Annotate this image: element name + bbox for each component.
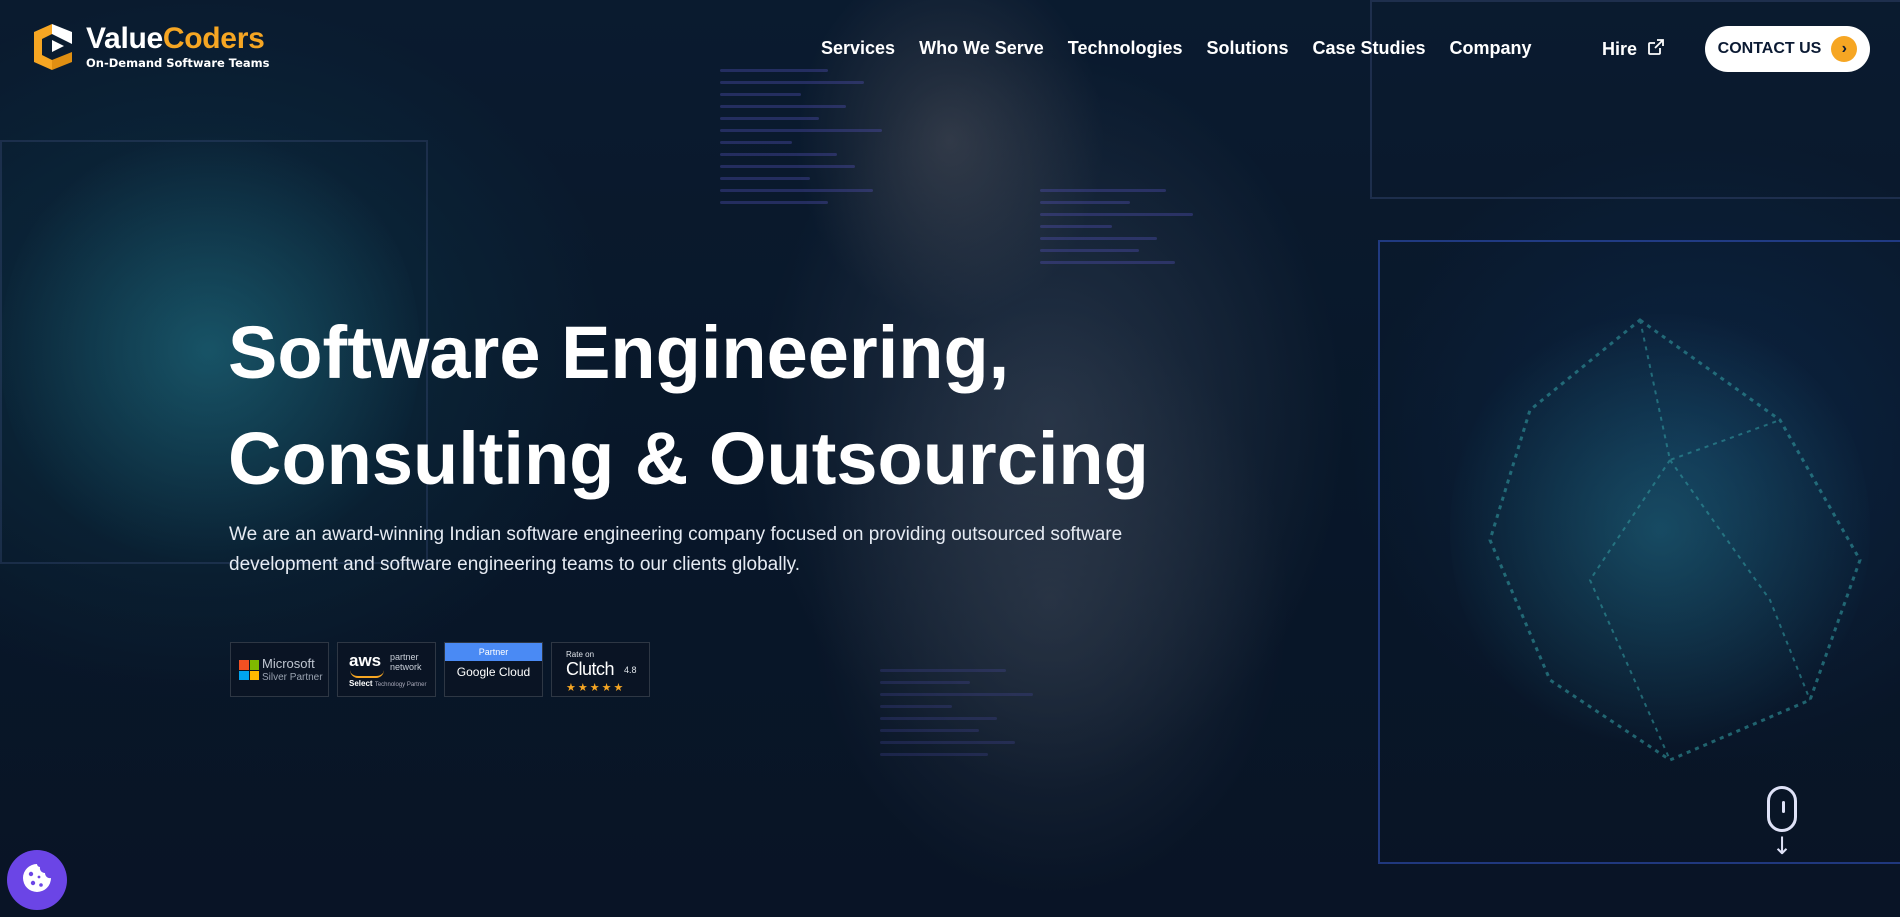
- mouse-scroll-icon: [1767, 786, 1797, 832]
- nav-company[interactable]: Company: [1450, 38, 1532, 59]
- clutch-rate-on: Rate on: [566, 650, 595, 659]
- cloud-word: Cloud: [498, 665, 531, 679]
- clutch-stars: ★★★★★: [566, 682, 626, 694]
- logo[interactable]: ValueCoders On-Demand Software Teams: [28, 22, 270, 72]
- microsoft-badge[interactable]: Microsoft Silver Partner: [230, 642, 329, 697]
- hero-title-line1: Software Engineering,: [228, 311, 1010, 394]
- logo-name-value: Value: [86, 22, 163, 55]
- chevron-right-icon: ›: [1831, 36, 1858, 62]
- cookie-settings-button[interactable]: [7, 850, 67, 910]
- contact-us-button[interactable]: CONTACT US ›: [1705, 26, 1870, 72]
- aws-network: network: [390, 662, 422, 672]
- aws-partner: partner: [390, 652, 419, 662]
- microsoft-name: Microsoft: [262, 656, 315, 671]
- google-partner-label: Partner: [445, 643, 542, 661]
- nav-technologies[interactable]: Technologies: [1068, 38, 1183, 59]
- main-nav: Services Who We Serve Technologies Solut…: [821, 38, 1532, 59]
- hero-title-line2: Consulting & Outsourcing: [228, 417, 1149, 500]
- aws-select-sub: Technology Partner: [374, 682, 427, 688]
- clutch-name: Clutch: [566, 659, 615, 679]
- logo-name-coders: Coders: [162, 22, 265, 55]
- aws-name: aws: [349, 651, 382, 670]
- nav-services[interactable]: Services: [821, 38, 895, 59]
- google-word: Google: [456, 665, 496, 679]
- hero-title: Software Engineering, Consulting & Outso…: [228, 300, 1149, 512]
- contact-label: CONTACT US: [1717, 40, 1822, 57]
- cookie-icon: [20, 861, 54, 899]
- aws-smile-icon: [350, 670, 384, 678]
- clutch-badge[interactable]: Rate on Clutch 4.8 ★★★★★: [551, 642, 650, 697]
- nav-case-studies[interactable]: Case Studies: [1312, 38, 1425, 59]
- nav-who-we-serve[interactable]: Who We Serve: [919, 38, 1044, 59]
- aws-select: Select: [349, 679, 373, 688]
- hero-description: We are an award-winning Indian software …: [229, 524, 1123, 575]
- clutch-score: 4.8: [624, 665, 637, 675]
- logo-mark-icon: [28, 22, 78, 72]
- nav-solutions[interactable]: Solutions: [1206, 38, 1288, 59]
- microsoft-sub: Silver Partner: [262, 672, 323, 683]
- google-cloud-badge[interactable]: Partner Google Cloud: [444, 642, 543, 697]
- logo-tagline: On-Demand Software Teams: [86, 56, 270, 70]
- hire-link[interactable]: Hire: [1602, 38, 1665, 61]
- external-link-icon: [1647, 38, 1665, 61]
- microsoft-logo-icon: [239, 660, 259, 680]
- scroll-down-indicator[interactable]: ↓: [1767, 786, 1797, 858]
- partner-badges: Microsoft Silver Partner aws partner netw…: [230, 642, 650, 697]
- hire-label: Hire: [1602, 39, 1638, 59]
- aws-badge[interactable]: aws partner network Select Technology Par…: [337, 642, 436, 697]
- arrow-down-icon: ↓: [1771, 832, 1793, 860]
